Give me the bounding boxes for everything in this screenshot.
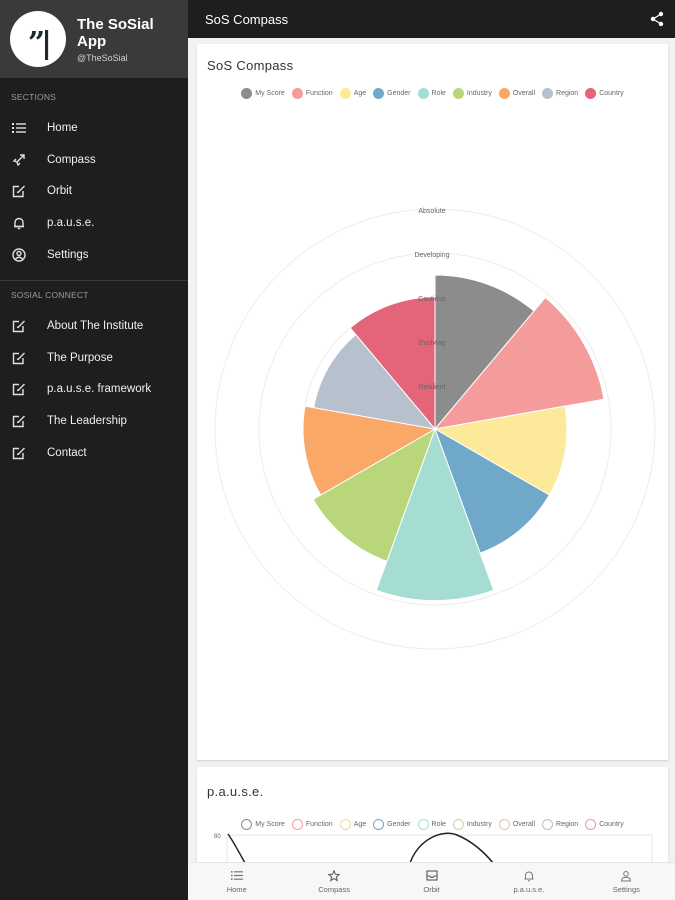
sidebar-item-settings[interactable]: Settings xyxy=(0,239,188,271)
sidebar-item-label: Contact xyxy=(47,446,87,459)
sidebar-item-label: Home xyxy=(47,121,78,134)
sidebar-item-label: Orbit xyxy=(47,185,72,198)
sidebar-item-home[interactable]: Home xyxy=(0,112,188,144)
sections-list: Home Compass Orbit p.a.u.s.e. Settings xyxy=(0,112,188,270)
connect-section-title: SoSial Connect xyxy=(11,290,89,300)
bottom-nav-home[interactable]: Home xyxy=(188,863,285,900)
rocket-icon xyxy=(11,152,27,168)
user-circle-icon xyxy=(11,247,27,263)
scale-label: Cautious xyxy=(418,296,446,303)
sections-title: Sections xyxy=(11,92,57,102)
navigation-drawer: ”| The SoSial App @TheSoSial Sections Ho… xyxy=(0,0,188,900)
bottom-nav-compass[interactable]: Compass xyxy=(285,863,382,900)
sidebar-item-contact[interactable]: Contact xyxy=(0,437,188,469)
sidebar-divider xyxy=(0,280,188,281)
app-handle: @TheSoSial xyxy=(77,52,128,63)
list-icon xyxy=(230,870,243,882)
series-line-my-score xyxy=(227,833,246,864)
scale-label: Absolute xyxy=(418,208,445,215)
sidebar-item-label: p.a.u.s.e. framework xyxy=(47,383,152,396)
bottom-nav-orbit[interactable]: Orbit xyxy=(383,863,480,900)
edit-icon xyxy=(11,183,27,199)
sidebar-item-purpose[interactable]: The Purpose xyxy=(0,342,188,374)
star-icon xyxy=(328,869,341,882)
sidebar-item-compass[interactable]: Compass xyxy=(0,144,188,176)
sidebar-item-leadership[interactable]: The Leadership xyxy=(0,405,188,437)
edit-icon xyxy=(11,350,27,366)
polar-area-chart: Resilient Evolving Cautious Developing Absol… xyxy=(214,208,656,650)
scale-label: Evolving xyxy=(419,340,446,347)
sidebar-item-label: About The Institute xyxy=(47,319,144,332)
list-icon xyxy=(11,120,27,136)
sidebar-item-pause-framework[interactable]: p.a.u.s.e. framework xyxy=(0,373,188,405)
bottom-nav-settings[interactable]: Settings xyxy=(578,863,675,900)
scale-label: Developing xyxy=(414,252,449,259)
page-title: SoS Compass xyxy=(205,11,289,27)
sidebar-item-about-institute[interactable]: About The Institute xyxy=(0,310,188,342)
sidebar-item-label: Compass xyxy=(47,153,96,166)
person-icon xyxy=(620,870,632,882)
connect-list: About The Institute The Purpose p.a.u.s.… xyxy=(0,310,188,468)
bottom-nav-label: Settings xyxy=(612,884,640,894)
y-tick-label: 80 xyxy=(214,834,221,840)
app-name: The SoSial App xyxy=(77,15,154,50)
sidebar-item-label: The Leadership xyxy=(47,414,127,427)
app-bar: SoS Compass xyxy=(188,0,675,38)
profile-header: ”| The SoSial App @TheSoSial xyxy=(0,0,188,78)
edit-icon xyxy=(11,318,27,334)
bottom-navigation: Home Compass Orbit p.a.u.s.e. Settings xyxy=(188,862,675,900)
scale-label: Resilient xyxy=(419,384,446,391)
compass-card: SoS Compass My Score Function Age Gender Rol… xyxy=(197,44,668,760)
bottom-nav-label: Compass xyxy=(318,884,350,894)
edit-icon xyxy=(11,413,27,429)
bottom-nav-label: p.a.u.s.e. xyxy=(513,884,545,894)
logo-glyph: ”| xyxy=(27,25,52,61)
inbox-icon xyxy=(425,870,438,882)
sidebar-item-label: The Purpose xyxy=(47,351,113,364)
edit-icon xyxy=(11,445,27,461)
series-line-curve xyxy=(409,832,494,864)
bottom-nav-pause[interactable]: p.a.u.s.e. xyxy=(480,863,577,900)
bell-icon xyxy=(11,215,27,231)
bell-icon xyxy=(523,870,535,882)
app-logo: ”| xyxy=(10,11,66,67)
edit-icon xyxy=(11,381,27,397)
sidebar-item-orbit[interactable]: Orbit xyxy=(0,175,188,207)
share-icon[interactable] xyxy=(649,11,665,27)
bottom-nav-label: Home xyxy=(226,884,247,894)
sidebar-item-label: p.a.u.s.e. xyxy=(47,216,95,229)
sidebar-item-label: Settings xyxy=(47,248,89,261)
sidebar-item-pause[interactable]: p.a.u.s.e. xyxy=(0,207,188,239)
bottom-nav-label: Orbit xyxy=(423,884,440,894)
